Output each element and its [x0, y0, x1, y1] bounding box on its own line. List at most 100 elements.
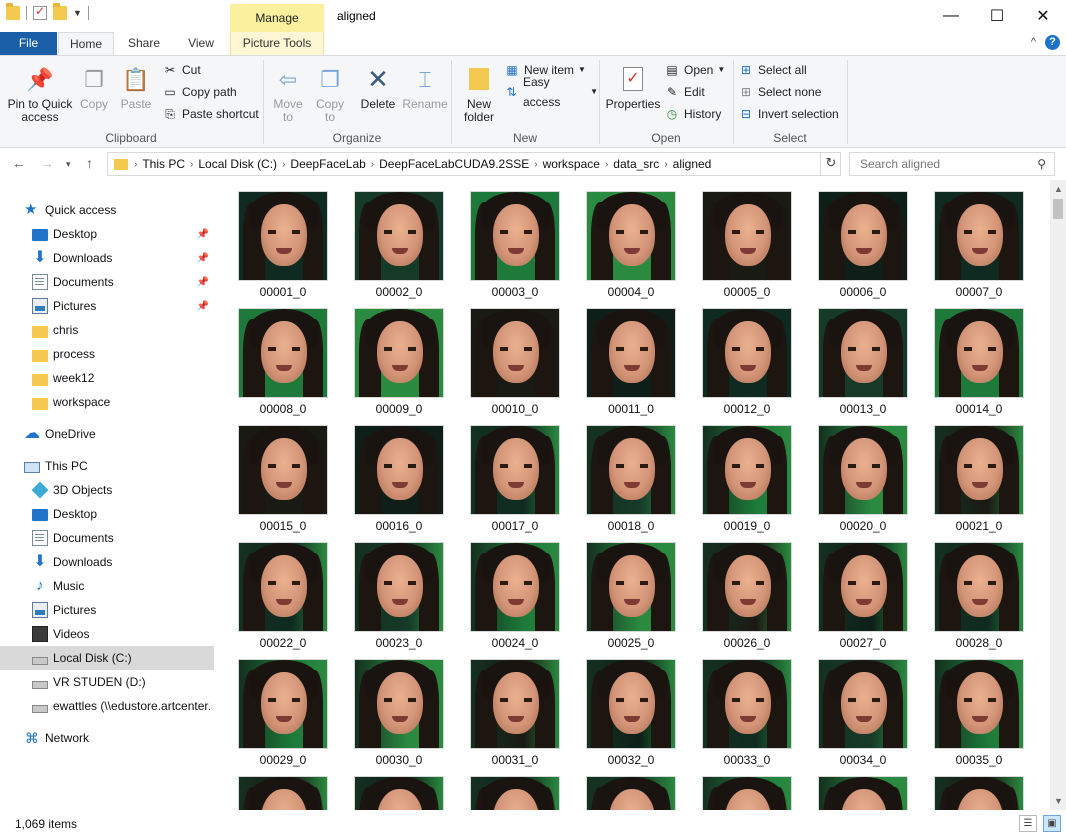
breadcrumb-item[interactable]: Local Disk (C:) — [198, 157, 277, 171]
file-thumbnail[interactable]: 00025_0 — [585, 542, 677, 650]
file-thumbnail[interactable]: 00014_0 — [933, 308, 1025, 416]
nav-item-workspace[interactable]: workspace — [0, 390, 214, 414]
nav-onedrive[interactable]: ☁ OneDrive — [0, 422, 214, 446]
history-button[interactable]: ◷ History — [664, 104, 722, 124]
copy-to-button[interactable]: ❐ Copy to — [312, 60, 348, 124]
file-thumbnail[interactable]: 00015_0 — [237, 425, 329, 533]
file-thumbnail[interactable]: 00034_0 — [817, 659, 909, 767]
file-thumbnail[interactable]: 00018_0 — [585, 425, 677, 533]
pin-icon[interactable]: 📌 — [197, 301, 209, 312]
file-thumbnail[interactable] — [933, 776, 1025, 810]
recent-locations-icon[interactable]: ▾ — [66, 159, 71, 170]
cut-button[interactable]: ✂ Cut — [162, 60, 201, 80]
select-all-button[interactable]: ⊞ Select all — [738, 60, 807, 80]
tab-home[interactable]: Home — [58, 32, 114, 56]
vertical-scrollbar[interactable]: ▲ ▼ — [1050, 180, 1066, 810]
scrollbar-thumb[interactable] — [1053, 199, 1063, 219]
file-thumbnail[interactable] — [585, 776, 677, 810]
nav-item-downloads[interactable]: ⬇ Downloads 📌 — [0, 246, 214, 270]
file-thumbnail[interactable] — [817, 776, 909, 810]
copy-path-button[interactable]: ▭ Copy path — [162, 82, 236, 102]
large-icons-view-icon[interactable]: ▣ — [1043, 815, 1061, 832]
file-thumbnail[interactable]: 00020_0 — [817, 425, 909, 533]
breadcrumb[interactable]: › This PC › Local Disk (C:) › DeepFaceLab ›… — [107, 152, 841, 176]
file-thumbnail[interactable]: 00028_0 — [933, 542, 1025, 650]
file-thumbnail[interactable]: 00009_0 — [353, 308, 445, 416]
file-thumbnail[interactable]: 00033_0 — [701, 659, 793, 767]
delete-button[interactable]: ✕ Delete — [360, 60, 396, 111]
file-thumbnail[interactable]: 00004_0 — [585, 191, 677, 299]
pin-icon[interactable]: 📌 — [197, 229, 209, 240]
chevron-right-icon[interactable]: › — [534, 159, 537, 170]
file-thumbnail[interactable]: 00030_0 — [353, 659, 445, 767]
file-thumbnail[interactable]: 00003_0 — [469, 191, 561, 299]
breadcrumb-item[interactable]: This PC — [142, 157, 185, 171]
file-thumbnail[interactable]: 00013_0 — [817, 308, 909, 416]
paste-button[interactable]: 📋 Paste — [116, 60, 156, 111]
new-folder-button[interactable]: New folder — [458, 60, 500, 124]
breadcrumb-item[interactable]: DeepFaceLabCUDA9.2SSE — [379, 157, 529, 171]
select-none-button[interactable]: ⊞ Select none — [738, 82, 821, 102]
file-thumbnail[interactable] — [237, 776, 329, 810]
file-thumbnail[interactable]: 00016_0 — [353, 425, 445, 533]
invert-selection-button[interactable]: ⊟ Invert selection — [738, 104, 839, 124]
file-thumbnail[interactable]: 00019_0 — [701, 425, 793, 533]
nav-item-videos[interactable]: Videos — [0, 622, 214, 646]
breadcrumb-item[interactable]: DeepFaceLab — [290, 157, 365, 171]
nav-this-pc[interactable]: This PC — [0, 454, 214, 478]
minimize-button[interactable]: — — [928, 0, 974, 32]
nav-item-process[interactable]: process — [0, 342, 214, 366]
nav-item-vr-studen[interactable]: VR STUDEN (D:) — [0, 670, 214, 694]
file-thumbnail[interactable]: 00008_0 — [237, 308, 329, 416]
search-input[interactable]: Search aligned ⚲ — [849, 152, 1055, 176]
pin-quick-access-button[interactable]: 📌 Pin to Quick access — [4, 60, 76, 124]
easy-access-button[interactable]: ⇅ Easy access ▼ — [504, 75, 598, 109]
file-thumbnail[interactable]: 00011_0 — [585, 308, 677, 416]
file-thumbnail[interactable]: 00005_0 — [701, 191, 793, 299]
file-thumbnail[interactable]: 00026_0 — [701, 542, 793, 650]
nav-item-pictures-pc[interactable]: Pictures — [0, 598, 214, 622]
up-icon[interactable]: ↑ — [86, 155, 93, 171]
nav-item-music[interactable]: ♪ Music — [0, 574, 214, 598]
chevron-right-icon[interactable]: › — [605, 159, 608, 170]
nav-item-desktop[interactable]: Desktop 📌 — [0, 222, 214, 246]
refresh-icon[interactable]: ↻ — [820, 152, 841, 176]
nav-item-documents-pc[interactable]: Documents — [0, 526, 214, 550]
file-thumbnail[interactable]: 00002_0 — [353, 191, 445, 299]
properties-button[interactable]: ✓ Properties — [604, 60, 662, 111]
chevron-right-icon[interactable]: › — [664, 159, 667, 170]
file-thumbnail[interactable]: 00012_0 — [701, 308, 793, 416]
maximize-button[interactable]: ☐ — [974, 0, 1020, 32]
nav-item-downloads-pc[interactable]: ⬇ Downloads — [0, 550, 214, 574]
file-thumbnail[interactable] — [469, 776, 561, 810]
pin-icon[interactable]: 📌 — [197, 277, 209, 288]
tab-view[interactable]: View — [178, 32, 224, 55]
file-thumbnail[interactable]: 00024_0 — [469, 542, 561, 650]
close-button[interactable]: ✕ — [1020, 0, 1066, 32]
tab-share[interactable]: Share — [118, 32, 170, 55]
file-thumbnail[interactable]: 00029_0 — [237, 659, 329, 767]
edit-button[interactable]: ✎ Edit — [664, 82, 705, 102]
nav-network[interactable]: ⌘ Network — [0, 726, 214, 750]
file-thumbnail[interactable]: 00001_0 — [237, 191, 329, 299]
breadcrumb-item[interactable]: workspace — [543, 157, 600, 171]
nav-item-local-disk[interactable]: Local Disk (C:) — [0, 646, 214, 670]
nav-item-3d-objects[interactable]: 3D Objects — [0, 478, 214, 502]
file-thumbnail[interactable]: 00022_0 — [237, 542, 329, 650]
pin-icon[interactable]: 📌 — [197, 253, 209, 264]
file-thumbnail[interactable]: 00031_0 — [469, 659, 561, 767]
properties-icon[interactable] — [33, 4, 47, 20]
tab-picture-tools[interactable]: Picture Tools — [230, 32, 324, 55]
chevron-right-icon[interactable]: › — [134, 159, 137, 170]
file-thumbnail[interactable] — [701, 776, 793, 810]
breadcrumb-item[interactable]: aligned — [673, 157, 712, 171]
nav-item-pictures[interactable]: Pictures 📌 — [0, 294, 214, 318]
file-thumbnail[interactable]: 00027_0 — [817, 542, 909, 650]
nav-item-week12[interactable]: week12 — [0, 366, 214, 390]
file-thumbnail[interactable]: 00035_0 — [933, 659, 1025, 767]
scroll-up-icon[interactable]: ▲ — [1054, 184, 1063, 194]
file-thumbnail[interactable] — [353, 776, 445, 810]
file-thumbnail[interactable]: 00017_0 — [469, 425, 561, 533]
tab-manage[interactable]: Manage — [230, 4, 324, 32]
file-thumbnail[interactable]: 00021_0 — [933, 425, 1025, 533]
